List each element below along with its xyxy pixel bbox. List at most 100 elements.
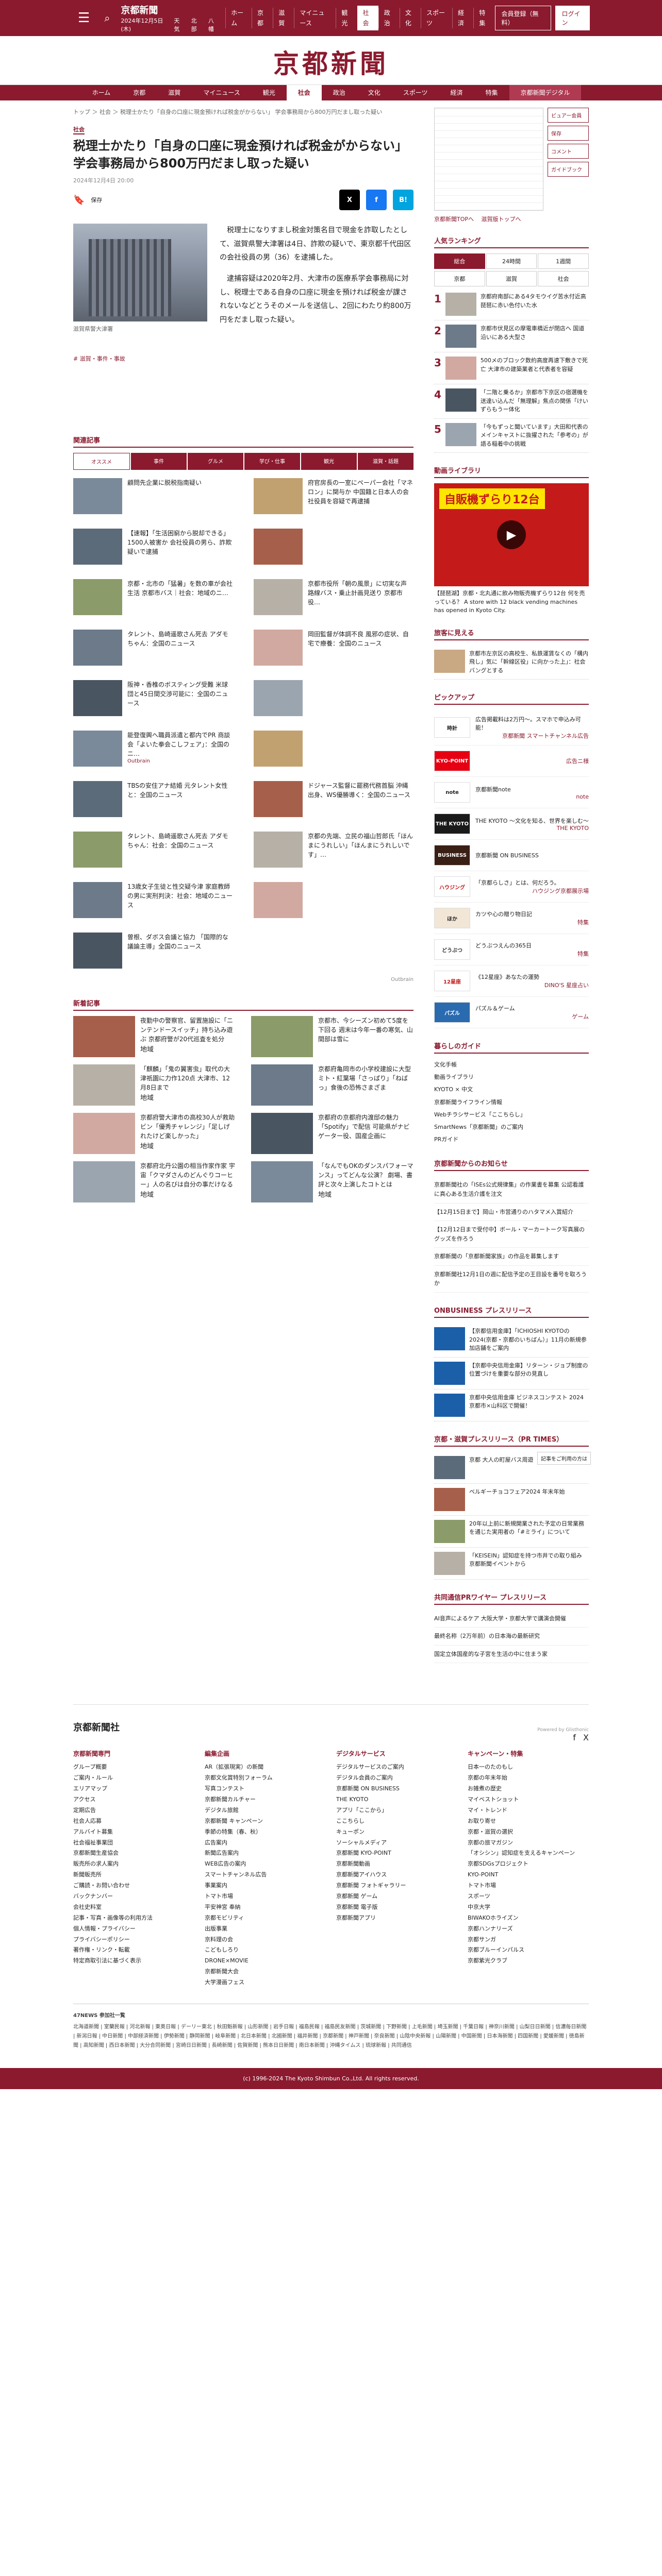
newest-text[interactable]: 夜勤中の警察官、留置施設に「ニンテンドースイッチ」持ち込み遊ぶ 京都府警が20代… xyxy=(140,1016,236,1044)
prtimes-item[interactable]: 20年以上前に新規開業された予定の日常業務を通じた実用者の「#ミライ」について xyxy=(434,1516,589,1548)
newest-item[interactable]: 京都府警大津市の高校30人が救助ビン「優秀チャレンジ」「足しげれたけど楽しかった… xyxy=(73,1113,236,1155)
ranking-item[interactable]: 2 京都市伏見区の摩電車橋近が閉店へ 国道沿いにある大型さ xyxy=(434,320,589,352)
related-text[interactable]: 岡田監督が体調不良 風邪の症状、自宅で療養：全国のニュース xyxy=(308,630,413,648)
pickup-text[interactable]: 「京都らしさ」とは、何だろう。 xyxy=(475,878,589,887)
ranking-item[interactable]: 3 500メのブロック数約高度再速下敷きで死亡 大津市の建築業者と代表者を容疑 xyxy=(434,352,589,384)
related-thumb[interactable] xyxy=(254,731,303,767)
newest-text[interactable]: 京都府亀岡市の小学校建設に大型ミト・紅葉場「さっぱり」「ねばっ」食後の恐怖さまざ… xyxy=(318,1064,413,1092)
related-text[interactable]: 府官房長の一室にペーパー会社「マネロン」に関与か 中国籍と日本人の会社役員を容疑… xyxy=(308,478,413,506)
related-item[interactable]: ドジャース監督に罷務代務首脳 沖縄出身、WS優勝導く：全国のニュース xyxy=(254,781,413,822)
city-2[interactable]: 八幡 xyxy=(208,16,218,33)
onbusiness-text[interactable]: 【京都中央信用金庫】リターン・ジョブ制度の位置づけを重要な部分の見直し xyxy=(469,1362,589,1385)
ranking-text[interactable]: 「二階と乗るか」京都市下京区の宿選機を送達い込んだ「無理解」焦点の関係「けいずら… xyxy=(481,388,589,414)
pickup-item[interactable]: 12星座 《12星座》あなたの運勢 DINO'S 星座占い xyxy=(434,965,589,997)
masthead-logo[interactable]: 京都新聞 xyxy=(0,36,662,85)
related-tab[interactable]: オススメ xyxy=(73,453,130,470)
related-item[interactable] xyxy=(254,731,413,772)
related-thumb[interactable] xyxy=(73,529,122,565)
life-guide-item[interactable]: 文化手帳 xyxy=(434,1059,589,1071)
footer-link[interactable]: 京都新聞 KYO-POINT xyxy=(336,1848,457,1859)
search-icon[interactable]: ⌕ xyxy=(95,0,119,36)
footer-link[interactable]: スポーツ xyxy=(468,1891,589,1902)
related-thumb[interactable] xyxy=(73,478,122,515)
footer-link[interactable]: トマト市場 xyxy=(468,1880,589,1891)
footer-link[interactable]: 出版事業 xyxy=(205,1924,326,1935)
facebook-share-icon[interactable]: f xyxy=(366,190,387,211)
ranking-subtab[interactable]: 滋賀 xyxy=(486,271,537,286)
related-text[interactable]: 京都・北市の「猛暑」を数の車が会社生活 京都市バス｜社会：地域のニ… xyxy=(127,579,233,598)
top-nav-item[interactable]: 観光 xyxy=(336,8,357,28)
footer-link[interactable]: 新聞販売所 xyxy=(73,1870,194,1880)
related-text[interactable]: 能登復興へ職員派遣と都内でPR 商談会「よいた拳会こしフェア」：全国のニ… xyxy=(127,731,233,758)
prtimes-popup[interactable]: 記事をご利用の方は xyxy=(537,1451,591,1465)
city-1[interactable]: 北部 xyxy=(191,16,201,33)
top-nav-item[interactable]: 文化 xyxy=(399,8,421,28)
pickup-text[interactable]: 《12星座》あなたの運勢 xyxy=(475,973,589,981)
play-icon[interactable]: ▶ xyxy=(497,520,526,549)
footer-link[interactable]: 広告案内 xyxy=(205,1838,326,1849)
newest-item[interactable]: 京都市、今シーズン初めて5度を下回る 週末は今年一番の寒気、山間部は雪に xyxy=(251,1016,413,1058)
top-nav-item[interactable]: マイニュース xyxy=(294,8,336,28)
footer-link[interactable]: 社会人応募 xyxy=(73,1816,194,1827)
pickup-logo[interactable]: KYO-POINT xyxy=(434,751,470,771)
pickup-item[interactable]: パズル パズル＆ゲーム ゲーム xyxy=(434,997,589,1028)
pickup-logo[interactable]: 12星座 xyxy=(434,971,470,991)
ranking-text[interactable]: 京都府南部にある4タモウイグ苦水付近高 琵琶に赤い色付いた水 xyxy=(481,293,589,316)
footer-link[interactable]: 京都サンガ xyxy=(468,1935,589,1945)
onbusiness-item[interactable]: 【京都信用金庫】「ICHIOSHI KYOTOの2024(京都・京都のいちばん）… xyxy=(434,1323,589,1358)
related-item[interactable]: 京都・北市の「猛暑」を数の車が会社生活 京都市バス｜社会：地域のニ… xyxy=(73,579,233,620)
article-tag[interactable]: # 滋賀・事件・事故 xyxy=(73,354,413,363)
related-item[interactable] xyxy=(254,882,413,923)
footer-link[interactable]: 記事・写真・画像等の利用方法 xyxy=(73,1913,194,1924)
related-text[interactable]: タレント、島崎遥歌さん死去 アダモちゃん：全国のニュース xyxy=(127,630,233,648)
login-button[interactable]: ログイン xyxy=(555,6,590,30)
pickup-link[interactable]: note xyxy=(475,793,589,800)
ranking-text[interactable]: 500メのブロック数約高度再速下敷きで死亡 大津市の建築業者と代表者を容疑 xyxy=(481,357,589,380)
ranking-text[interactable]: 京都市伏見区の摩電車橋近が閉店へ 国道沿いにある大型さ xyxy=(481,325,589,348)
main-nav-item[interactable]: 文化 xyxy=(357,85,392,100)
related-thumb[interactable] xyxy=(73,933,122,969)
footer-link[interactable]: 京都新聞 フォトギャラリー xyxy=(336,1880,457,1891)
newest-thumb[interactable] xyxy=(73,1064,135,1106)
footer-link[interactable]: 季節の特集（春、秋） xyxy=(205,1827,326,1838)
ranking-tab[interactable]: 24時間 xyxy=(486,253,537,269)
related-item[interactable]: 京都の先端、立民の福山哲郎氏「ほんまにうれしい」「ほんまにうれしいです」… xyxy=(254,832,413,873)
viewer-button[interactable]: ビュアー会員 xyxy=(548,108,589,123)
prtimes-text[interactable]: 京都 大人の町屋バス周遊 xyxy=(469,1456,534,1479)
footer-link[interactable]: 中京大学 xyxy=(468,1902,589,1913)
related-item[interactable]: タレント、島崎遥歌さん死去 アダモちゃん：全国のニュース xyxy=(73,630,233,671)
prtimes-thumb[interactable] xyxy=(434,1455,465,1479)
pickup-text[interactable]: 京都新聞 ON BUSINESS xyxy=(475,851,589,859)
related-thumb[interactable] xyxy=(73,579,122,616)
related-tab[interactable]: 滋賀・話題 xyxy=(358,453,413,470)
related-thumb[interactable] xyxy=(73,781,122,818)
pickup-text[interactable]: 京都新聞note xyxy=(475,785,589,793)
prtimes-thumb[interactable] xyxy=(434,1551,465,1575)
footer-link[interactable]: エリアマップ xyxy=(73,1784,194,1794)
related-tab[interactable]: 事件 xyxy=(131,453,187,470)
prtimes-thumb[interactable] xyxy=(434,1487,465,1511)
onbusiness-logo[interactable] xyxy=(434,1327,465,1351)
video-caption[interactable]: 【琵琶湖】京都・北丸通に飲み物販売機ずらり12台 何を売っている？ A stor… xyxy=(434,589,589,615)
footer-link[interactable]: デジタル会員のご案内 xyxy=(336,1773,457,1784)
life-guide-item[interactable]: SmartNews「京都新聞」のご案内 xyxy=(434,1121,589,1133)
signup-button[interactable]: 会員登録（無料） xyxy=(494,6,551,30)
related-thumb[interactable] xyxy=(73,832,122,868)
related-item[interactable]: 能登復興へ職員派遣と都内でPR 商談会「よいた拳会こしフェア」：全国のニ… Out… xyxy=(73,731,233,772)
ranking-thumb[interactable] xyxy=(445,293,476,316)
related-item[interactable]: 顧問先企業に脱税指南疑い xyxy=(73,478,233,519)
related-item[interactable]: 【速報】「生活困窮から脱却できる」1500人被害か 会社役員の男ら、詐欺疑いで逮… xyxy=(73,529,233,570)
footer-link[interactable]: 京都新聞生産協会 xyxy=(73,1848,194,1859)
top-nav-item[interactable]: 滋賀 xyxy=(273,8,294,28)
related-text[interactable]: ドジャース監督に罷務代務首脳 沖縄出身、WS優勝導く：全国のニュース xyxy=(308,781,413,800)
weather-label[interactable]: 天気 xyxy=(174,16,184,33)
footer-link[interactable]: お雑煮の歴史 xyxy=(468,1784,589,1794)
header-logo[interactable]: 京都新聞 xyxy=(119,3,220,16)
footer-link[interactable]: 京都・滋賀の選択 xyxy=(468,1827,589,1838)
pickup-item[interactable]: note 京都新聞note note xyxy=(434,777,589,808)
pickup-text[interactable]: パズル＆ゲーム xyxy=(475,1004,589,1012)
pickup-logo[interactable]: ハウジング xyxy=(434,876,470,897)
onbusiness-logo[interactable] xyxy=(434,1361,465,1385)
video-player[interactable]: 自販機ずらり12台 ▶ xyxy=(434,483,589,586)
pickup-item[interactable]: KYO-POINT 広告ニ様 xyxy=(434,745,589,777)
